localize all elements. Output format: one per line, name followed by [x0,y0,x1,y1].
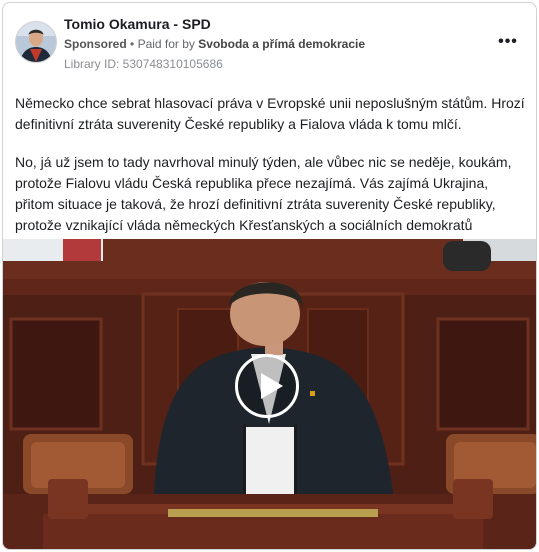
more-options-button[interactable]: ••• [493,31,523,53]
page-name[interactable]: Tomio Okamura - SPD [64,16,211,32]
sponsored-label: Sponsored [64,37,127,51]
more-options-icon: ••• [498,33,518,50]
avatar[interactable] [15,21,57,63]
library-id: Library ID: 530748310105686 [64,57,223,71]
ad-paragraph-1: Německo chce sebrat hlasovací práva v Ev… [15,95,525,132]
play-icon [261,373,283,399]
sponsor-line: Sponsored • Paid for by Svoboda a přímá … [64,37,365,51]
paid-for-by-label: Paid for by [137,37,195,51]
sponsor-name-link[interactable]: Svoboda a přímá demokracie [198,37,365,51]
ad-card: Tomio Okamura - SPD Sponsored • Paid for… [2,2,537,550]
video-player[interactable] [3,239,536,549]
separator-dot: • [130,37,135,51]
profile-photo [16,22,56,62]
play-button[interactable] [235,354,299,418]
